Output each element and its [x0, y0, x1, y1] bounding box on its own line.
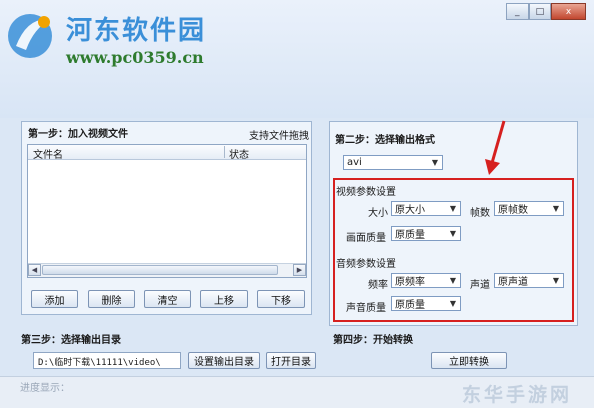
- chevron-down-icon: ▼: [431, 158, 438, 167]
- clear-button[interactable]: 清空: [144, 290, 191, 308]
- freq-value: 原频率: [395, 277, 425, 288]
- arrow-right-icon[interactable]: ▶: [293, 264, 306, 276]
- channel-select[interactable]: 原声道 ▼: [494, 273, 564, 288]
- close-button[interactable]: x: [551, 3, 587, 20]
- chevron-down-icon: ▼: [552, 276, 559, 285]
- arrow-left-icon[interactable]: ◀: [28, 264, 41, 276]
- audio-quality-value: 原质量: [395, 300, 425, 311]
- chevron-down-icon: ▼: [449, 276, 456, 285]
- channel-value: 原声道: [498, 277, 528, 288]
- watermark: 东华手游网: [462, 384, 573, 406]
- set-output-dir-button[interactable]: 设置输出目录: [188, 352, 260, 369]
- format-value: avi: [347, 157, 362, 168]
- fps-label: 帧数: [470, 208, 490, 219]
- chevron-down-icon: ▼: [552, 204, 559, 213]
- scrollbar-thumb[interactable]: [42, 265, 278, 275]
- step2-title: 第二步：选择输出格式: [335, 135, 435, 146]
- file-list-header: 文件名 状态: [28, 145, 306, 161]
- size-label: 大小: [368, 208, 388, 219]
- logo-icon: [8, 14, 52, 58]
- size-value: 原大小: [395, 205, 425, 216]
- chevron-down-icon: ▼: [449, 299, 456, 308]
- audio-params-title: 音频参数设置: [336, 259, 396, 270]
- chevron-down-icon: ▼: [449, 204, 456, 213]
- add-button[interactable]: 添加: [31, 290, 78, 308]
- step1-title: 第一步：加入视频文件: [28, 129, 128, 140]
- maximize-button[interactable]: □: [528, 3, 552, 20]
- file-list[interactable]: 文件名 状态 ◀ ▶: [27, 144, 307, 278]
- video-quality-value: 原质量: [395, 230, 425, 241]
- progress-label: 进度显示：: [20, 383, 70, 394]
- fps-select[interactable]: 原帧数 ▼: [494, 201, 564, 216]
- freq-select[interactable]: 原频率 ▼: [391, 273, 461, 288]
- video-quality-select[interactable]: 原质量 ▼: [391, 226, 461, 241]
- fps-value: 原帧数: [498, 205, 528, 216]
- video-quality-label: 画面质量: [346, 233, 386, 244]
- horizontal-scrollbar[interactable]: ◀ ▶: [28, 263, 306, 277]
- step3-title: 第三步：选择输出目录: [21, 335, 121, 346]
- brand-url: www.pc0359.cn: [66, 48, 204, 67]
- audio-quality-label: 声音质量: [346, 303, 386, 314]
- convert-now-button[interactable]: 立即转换: [431, 352, 507, 369]
- open-dir-button[interactable]: 打开目录: [266, 352, 316, 369]
- chevron-down-icon: ▼: [449, 229, 456, 238]
- move-down-button[interactable]: 下移: [257, 290, 305, 308]
- move-up-button[interactable]: 上移: [200, 290, 248, 308]
- minimize-button[interactable]: _: [506, 3, 529, 20]
- video-params-title: 视频参数设置: [336, 187, 396, 198]
- format-select[interactable]: avi ▼: [343, 155, 443, 170]
- column-filename[interactable]: 文件名: [33, 146, 63, 161]
- window-controls: _ □ x: [506, 3, 587, 20]
- annotation-arrow-icon: [485, 120, 506, 175]
- size-select[interactable]: 原大小 ▼: [391, 201, 461, 216]
- freq-label: 频率: [368, 280, 388, 291]
- column-divider[interactable]: [224, 146, 225, 158]
- brand-name: 河东软件园: [66, 16, 207, 46]
- column-status[interactable]: 状态: [229, 146, 249, 161]
- step4-title: 第四步：开始转换: [333, 335, 413, 346]
- delete-button[interactable]: 删除: [88, 290, 135, 308]
- output-path-input[interactable]: D:\临时下载\11111\video\: [33, 352, 181, 369]
- support-drag-label: 支持文件拖拽: [249, 131, 309, 142]
- audio-quality-select[interactable]: 原质量 ▼: [391, 296, 461, 311]
- channel-label: 声道: [470, 280, 490, 291]
